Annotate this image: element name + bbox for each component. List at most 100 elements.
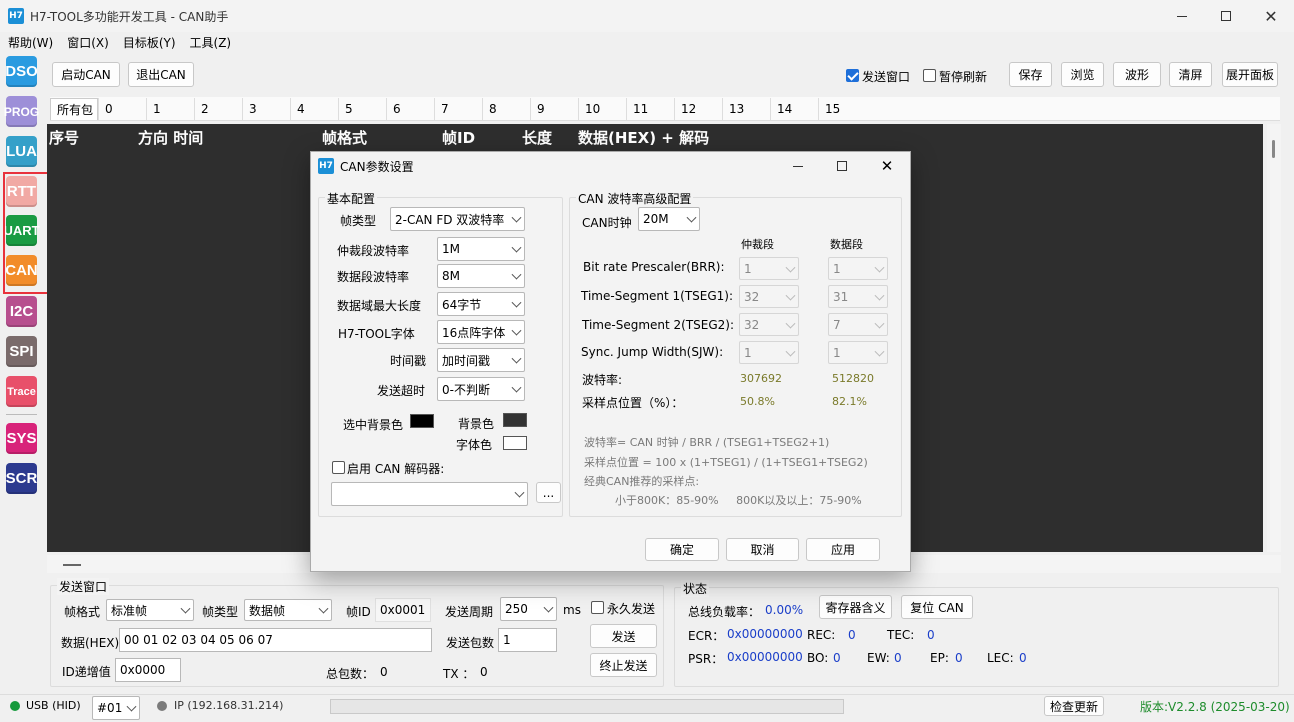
tab-14[interactable]: 14 [770, 98, 818, 120]
fg-swatch[interactable] [503, 436, 527, 450]
sidebar-item-sys[interactable]: SYS [6, 423, 37, 454]
close-button[interactable]: ✕ [1248, 0, 1294, 32]
tseg1-label: Time-Segment 1(TSEG1): [581, 289, 734, 303]
dialog-logo: H7 [318, 158, 334, 174]
can-clock-select[interactable]: 20M [638, 207, 700, 231]
ok-button[interactable]: 确定 [645, 538, 719, 561]
log-scrollbar[interactable] [1267, 124, 1281, 552]
tab-7[interactable]: 7 [434, 98, 482, 120]
usb-status-dot [10, 701, 20, 711]
dialog-minimize-button[interactable] [778, 152, 818, 180]
tab-10[interactable]: 10 [578, 98, 626, 120]
frame-type-select[interactable]: 2-CAN FD 双波特率 [390, 207, 525, 231]
font-select[interactable]: 16点阵字体 [437, 320, 525, 344]
port-select[interactable]: #01 [92, 696, 140, 720]
tab-1[interactable]: 1 [146, 98, 194, 120]
dialog-maximize-button[interactable] [822, 152, 862, 180]
tab-13[interactable]: 13 [722, 98, 770, 120]
hscroll-thumb[interactable] [63, 564, 81, 566]
cancel-button[interactable]: 取消 [726, 538, 799, 561]
tab-12[interactable]: 12 [674, 98, 722, 120]
save-button[interactable]: 保存 [1009, 62, 1052, 87]
ep-label: EP: [930, 651, 949, 665]
sidebar-item-prog[interactable]: PROG [4, 96, 39, 127]
enable-decoder-checkbox[interactable] [332, 461, 345, 474]
bg-swatch[interactable] [503, 413, 527, 427]
exit-can-button[interactable]: 退出CAN [128, 62, 194, 87]
menu-window[interactable]: 窗口(X) [67, 34, 109, 51]
sjw-data-select[interactable]: 1 [828, 341, 888, 364]
send-window-checkbox[interactable] [846, 69, 859, 82]
menu-target[interactable]: 目标板(Y) [123, 34, 176, 51]
send-button[interactable]: 发送 [590, 624, 657, 648]
arb-baud-label: 仲裁段波特率 [337, 244, 410, 258]
expand-panel-button[interactable]: 展开面板 [1222, 62, 1278, 87]
dialog-close-button[interactable]: ✕ [866, 152, 908, 180]
tseg2-data-select[interactable]: 7 [828, 313, 888, 336]
sidebar-item-i2c[interactable]: I2C [6, 296, 37, 327]
frame-format-select[interactable]: 标准帧 [106, 599, 194, 621]
apply-button[interactable]: 应用 [806, 538, 880, 561]
tab-11[interactable]: 11 [626, 98, 674, 120]
bus-load-value: 0.00% [765, 603, 804, 617]
sidebar-item-dso[interactable]: DSO [5, 56, 38, 87]
decoder-select[interactable] [331, 482, 528, 506]
menu-tools[interactable]: 工具(Z) [190, 34, 232, 51]
minimize-button[interactable] [1160, 0, 1204, 32]
pause-refresh-checkbox[interactable] [923, 69, 936, 82]
ecr-value: 0x00000000 [727, 627, 803, 641]
tab-3[interactable]: 3 [242, 98, 290, 120]
scroll-thumb[interactable] [1272, 140, 1275, 158]
tab-4[interactable]: 4 [290, 98, 338, 120]
timeout-label: 发送超时 [377, 384, 426, 398]
sidebar-item-scr[interactable]: SCR [6, 463, 37, 494]
baud-arb-value: 307692 [740, 372, 782, 385]
bus-load-label: 总线负载率： [688, 605, 761, 619]
sidebar-item-lua[interactable]: LUA [6, 136, 37, 167]
brr-arb-select[interactable]: 1 [739, 257, 799, 280]
frame-type-select[interactable]: 数据帧 [244, 599, 332, 621]
tec-value: 0 [927, 628, 935, 642]
tab-0[interactable]: 0 [98, 98, 146, 120]
tab-9[interactable]: 9 [530, 98, 578, 120]
brr-data-select[interactable]: 1 [828, 257, 888, 280]
browse-button[interactable]: 浏览 [1061, 62, 1104, 87]
sel-bg-swatch[interactable] [410, 414, 434, 428]
sjw-arb-select[interactable]: 1 [739, 341, 799, 364]
data-baud-select[interactable]: 8M [437, 264, 525, 288]
tab-8[interactable]: 8 [482, 98, 530, 120]
clear-button[interactable]: 清屏 [1169, 62, 1212, 87]
tab-6[interactable]: 6 [386, 98, 434, 120]
send-period-select[interactable]: 250 [500, 597, 557, 621]
decoder-browse-button[interactable]: ... [536, 482, 561, 503]
check-update-button[interactable]: 检查更新 [1044, 696, 1104, 716]
sidebar-item-trace[interactable]: Trace [6, 376, 37, 407]
data-hex-input[interactable]: 00 01 02 03 04 05 06 07 [119, 628, 432, 652]
start-can-button[interactable]: 启动CAN [52, 62, 120, 87]
register-meaning-button[interactable]: 寄存器含义 [819, 595, 892, 619]
menu-help[interactable]: 帮助(W) [8, 34, 53, 51]
tab-all[interactable]: 所有包 [50, 98, 98, 120]
frame-id-input[interactable]: 0x0001 [375, 598, 431, 622]
send-group-title: 发送窗口 [57, 578, 110, 595]
maximize-button[interactable] [1204, 0, 1248, 32]
send-count-input[interactable]: 1 [498, 628, 557, 652]
tseg1-arb-select[interactable]: 32 [739, 285, 799, 308]
send-forever-checkbox[interactable] [591, 601, 604, 614]
tseg2-arb-select[interactable]: 32 [739, 313, 799, 336]
arb-baud-select[interactable]: 1M [437, 237, 525, 261]
wave-button[interactable]: 波形 [1113, 62, 1161, 87]
sidebar-item-spi[interactable]: SPI [6, 336, 37, 367]
tab-15[interactable]: 15 [818, 98, 866, 120]
timestamp-select[interactable]: 加时间戳 [437, 348, 525, 372]
stop-send-button[interactable]: 终止发送 [590, 653, 657, 677]
reset-can-button[interactable]: 复位 CAN [901, 595, 973, 619]
sidebar-divider [6, 414, 37, 415]
tseg1-data-select[interactable]: 31 [828, 285, 888, 308]
tab-2[interactable]: 2 [194, 98, 242, 120]
status-group-title: 状态 [681, 580, 710, 597]
max-len-select[interactable]: 64字节 [437, 292, 525, 316]
timeout-select[interactable]: 0-不判断 [437, 377, 525, 401]
tab-5[interactable]: 5 [338, 98, 386, 120]
id-inc-input[interactable]: 0x0000 [115, 658, 181, 682]
